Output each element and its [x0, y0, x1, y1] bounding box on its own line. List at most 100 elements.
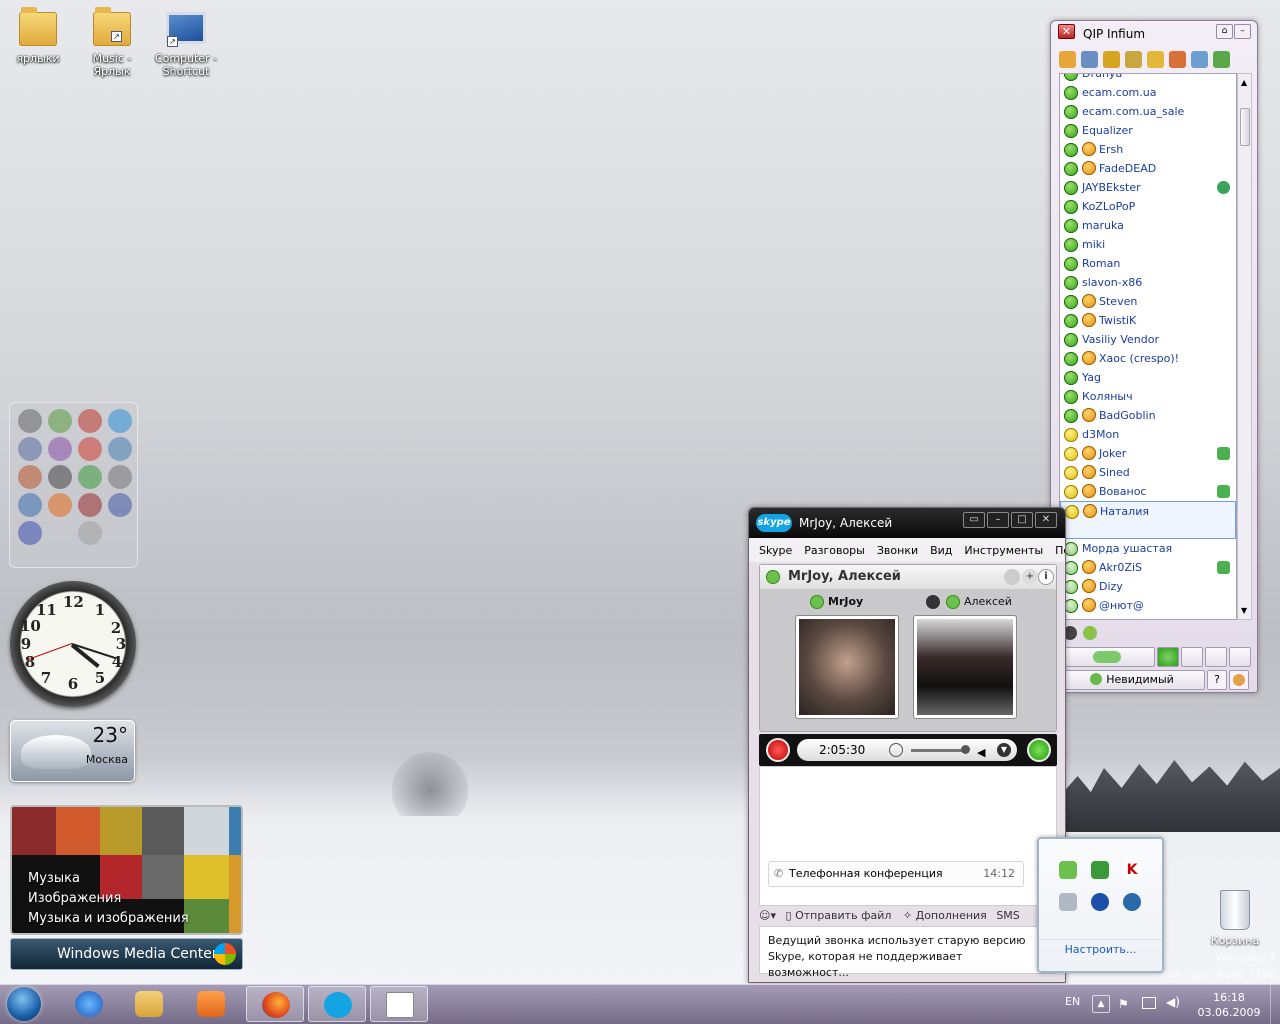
scroll-up-arrow-icon[interactable]: ▲ — [1241, 78, 1247, 87]
end-call-button[interactable] — [766, 738, 790, 762]
taskbar-clock[interactable]: 16:18 03.06.2009 — [1190, 990, 1268, 1020]
media-menu-pictures[interactable]: Изображения — [28, 889, 189, 909]
contact-row[interactable]: Коляныч — [1060, 387, 1236, 406]
folder-icon[interactable] — [1147, 51, 1164, 68]
clock-gadget[interactable]: 12 1 2 3 4 5 6 7 8 9 10 11 — [10, 581, 136, 707]
skype-close-button[interactable]: ✕ — [1035, 512, 1057, 528]
contacts-icon[interactable] — [1059, 51, 1076, 68]
contact-row[interactable]: ecam.com.ua_sale — [1060, 102, 1236, 121]
contact-row[interactable]: FadeDEAD — [1060, 159, 1236, 178]
qip-scroll-thumb[interactable] — [1240, 108, 1250, 146]
launcher-app-icon[interactable] — [18, 409, 42, 433]
contact-row[interactable]: JAYBEkster — [1060, 178, 1236, 197]
qip-contact-list[interactable]: Drunya ecam.com.ua ecam.com.ua_sale Equaliz… — [1059, 73, 1237, 620]
contact-row[interactable]: Dizy — [1060, 577, 1236, 596]
contact-row[interactable]: Akr0ZiS — [1060, 558, 1236, 577]
launcher-app-icon[interactable] — [18, 437, 42, 461]
network-icon[interactable] — [1142, 997, 1156, 1009]
skype-compact-button[interactable]: ▭ — [963, 512, 985, 528]
show-desktop-button[interactable] — [1270, 985, 1280, 1024]
tools-icon[interactable] — [1191, 51, 1208, 68]
letter-icon[interactable] — [1125, 51, 1142, 68]
bluetooth-tray-icon[interactable] — [1091, 893, 1109, 911]
qip-plugin-button[interactable] — [1205, 647, 1227, 667]
app-launcher-gadget[interactable] — [9, 402, 138, 568]
launcher-app-icon[interactable] — [18, 493, 42, 517]
contact-row[interactable]: miki — [1060, 235, 1236, 254]
globe-tray-icon[interactable] — [1123, 893, 1141, 911]
skype-menu-calls[interactable]: Звонки — [877, 544, 918, 562]
skype-menu-tools[interactable]: Инструменты — [964, 544, 1043, 562]
launcher-app-icon[interactable] — [78, 409, 102, 433]
taskbar-media-player[interactable] — [182, 986, 240, 1022]
history-icon[interactable] — [1081, 51, 1098, 68]
add-participant-icon[interactable]: + — [1022, 569, 1038, 585]
calendar-icon[interactable] — [1169, 51, 1186, 68]
contact-row[interactable]: ecam.com.ua — [1060, 83, 1236, 102]
extras-button[interactable]: Дополнения — [916, 909, 987, 922]
contact-row[interactable]: TwistiK — [1060, 311, 1236, 330]
launcher-app-icon[interactable] — [108, 409, 132, 433]
launcher-app-icon[interactable] — [108, 465, 132, 489]
contact-row[interactable]: Equalizer — [1060, 121, 1236, 140]
sound-icon[interactable] — [1103, 51, 1120, 68]
launcher-app-icon[interactable] — [48, 437, 72, 461]
contact-row[interactable]: Joker — [1060, 444, 1236, 463]
media-center-gadget[interactable]: Музыка Изображения Музыка и изображения — [10, 805, 243, 935]
participant-video-mrjoy[interactable] — [795, 615, 899, 719]
desktop-icon-music-shortcut[interactable]: ↗ Music - Ярлык — [74, 4, 150, 78]
skype-minimize-button[interactable]: – — [987, 512, 1009, 528]
contact-row[interactable]: Вованос — [1060, 482, 1236, 501]
desktop-icon-shortcuts-folder[interactable]: ярлыки — [0, 4, 76, 65]
network-tray-icon[interactable] — [1059, 893, 1077, 911]
participant-avatar-aleksey[interactable] — [913, 615, 1017, 719]
launcher-app-icon[interactable] — [18, 521, 42, 545]
info-icon[interactable]: i — [1038, 569, 1054, 585]
launcher-app-icon[interactable] — [78, 521, 102, 545]
contact-row[interactable]: Drunya — [1060, 74, 1236, 83]
launcher-app-icon[interactable] — [108, 493, 132, 517]
contact-row[interactable]: slavon-x86 — [1060, 273, 1236, 292]
emoticon-icon[interactable]: ☺▾ — [759, 909, 776, 922]
mute-microphone-icon[interactable] — [889, 743, 903, 757]
launcher-app-icon[interactable] — [78, 437, 102, 461]
qip-help-button[interactable]: ? — [1207, 670, 1227, 690]
contact-row[interactable]: @нют@ — [1060, 596, 1236, 615]
skype-menu-skype[interactable]: Skype — [759, 544, 792, 562]
contact-row[interactable]: Yag — [1060, 368, 1236, 387]
qip-main-menu-button[interactable] — [1059, 647, 1155, 667]
contact-row[interactable]: Sined — [1060, 463, 1236, 482]
launcher-app-icon[interactable] — [78, 493, 102, 517]
contact-row[interactable]: Ersh — [1060, 140, 1236, 159]
launcher-app-icon[interactable] — [78, 465, 102, 489]
contact-row[interactable]: Vasiliy Vendor — [1060, 330, 1236, 349]
taskbar-document[interactable] — [370, 986, 428, 1022]
start-button[interactable] — [0, 983, 48, 1024]
contact-row[interactable]: Хаос (crespo)! — [1060, 349, 1236, 368]
kaspersky-tray-icon[interactable]: K — [1123, 861, 1141, 879]
desktop-icon-computer-shortcut[interactable]: ↗ Computer - Shortcut — [148, 4, 224, 78]
taskbar-skype[interactable] — [308, 986, 366, 1022]
action-center-flag-icon[interactable]: ⚑ — [1118, 997, 1129, 1011]
launcher-app-icon[interactable] — [18, 465, 42, 489]
send-file-button[interactable]: Отправить файл — [795, 909, 891, 922]
launcher-app-icon[interactable] — [48, 409, 72, 433]
taskbar-firefox[interactable] — [246, 986, 304, 1022]
contact-row[interactable]: Roman — [1060, 254, 1236, 273]
call-button[interactable] — [1027, 738, 1051, 762]
taskbar-explorer[interactable] — [120, 986, 178, 1022]
qip-scrollbar[interactable]: ▲ ▼ — [1237, 73, 1252, 620]
contact-row[interactable]: BadGoblin — [1060, 406, 1236, 425]
contact-row[interactable]: Наталия — [1060, 501, 1236, 539]
qip-group-button[interactable] — [1181, 647, 1203, 667]
contact-row[interactable]: Steven — [1060, 292, 1236, 311]
launcher-app-icon[interactable] — [48, 493, 72, 517]
weather-gadget[interactable]: 23° Москва — [10, 720, 135, 782]
sms-button[interactable]: SMS — [996, 909, 1019, 922]
media-menu-music[interactable]: Музыка — [28, 869, 189, 889]
media-center-launch-bar[interactable]: Windows Media Center — [10, 938, 243, 970]
volume-slider-handle[interactable] — [961, 745, 970, 754]
show-hidden-icons-button[interactable]: ▲ — [1092, 995, 1110, 1013]
launcher-app-icon[interactable] — [108, 437, 132, 461]
qip-hourglass-button[interactable] — [1229, 647, 1251, 667]
